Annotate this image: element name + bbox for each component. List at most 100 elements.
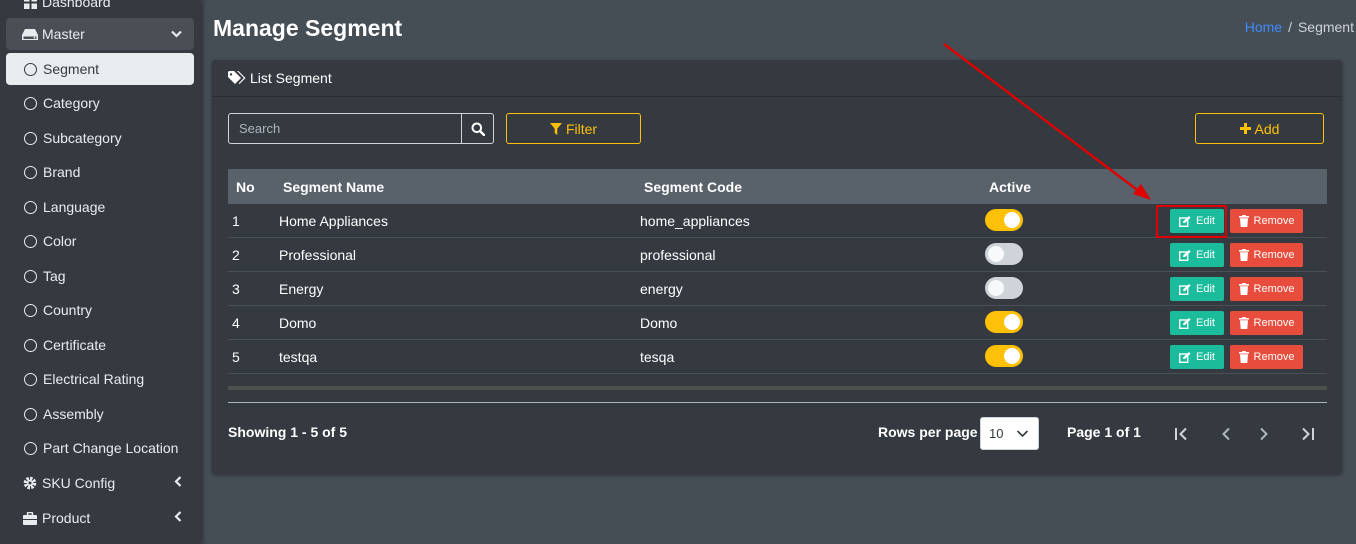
column-header-segment-name[interactable]: Segment Name — [283, 169, 384, 204]
toggle-knob — [988, 246, 1004, 262]
toggle-knob — [1004, 314, 1020, 330]
sidebar-item-electrical-rating[interactable]: Electrical Rating — [6, 363, 194, 395]
sidebar-item-label: Dashboard — [42, 0, 111, 10]
active-toggle[interactable] — [985, 277, 1023, 299]
rows-per-page-select[interactable]: 10 — [980, 417, 1039, 450]
first-page-button[interactable] — [1172, 424, 1192, 444]
filter-button[interactable]: Filter — [506, 113, 641, 144]
horizontal-scrollbar[interactable] — [228, 386, 1327, 390]
remove-button[interactable]: Remove — [1230, 345, 1303, 369]
edit-button-label: Edit — [1196, 351, 1215, 363]
last-page-icon — [1302, 427, 1314, 441]
hdd-icon — [22, 28, 38, 41]
sidebar-item-tag[interactable]: Tag — [6, 260, 194, 292]
cell-no: 2 — [232, 246, 240, 263]
circle-icon — [24, 441, 37, 455]
circle-icon — [24, 96, 37, 110]
sidebar-item-brand[interactable]: Brand — [6, 156, 194, 188]
remove-button-label: Remove — [1253, 283, 1295, 295]
segment-list-card: List Segment Filter Add No Segment Name … — [212, 60, 1342, 474]
active-toggle[interactable] — [985, 345, 1023, 367]
sidebar-item-sku-config[interactable]: SKU Config — [6, 467, 194, 499]
previous-page-button[interactable] — [1216, 424, 1236, 444]
remove-button[interactable]: Remove — [1230, 209, 1303, 233]
sidebar-item-product[interactable]: Product — [6, 502, 194, 534]
sidebar-item-certificate[interactable]: Certificate — [6, 329, 194, 361]
annotation-highlight-box — [1156, 205, 1227, 238]
search-box — [228, 113, 494, 144]
cell-segment-name: Energy — [279, 280, 324, 297]
sidebar-item-label: Color — [43, 233, 77, 249]
cell-segment-name: Home Appliances — [279, 212, 388, 229]
edit-icon — [1179, 317, 1191, 329]
last-page-button[interactable] — [1297, 424, 1317, 444]
edit-icon — [1179, 249, 1191, 261]
chevron-down-icon — [1016, 427, 1029, 443]
sidebar-item-label: Language — [43, 199, 106, 215]
toggle-knob — [1004, 348, 1020, 364]
remove-button[interactable]: Remove — [1230, 277, 1303, 301]
sidebar-item-language[interactable]: Language — [6, 191, 194, 223]
column-header-active[interactable]: Active — [989, 169, 1031, 204]
sidebar-item-dashboard[interactable]: Dashboard — [6, 0, 194, 18]
cell-segment-code: home_appliances — [640, 212, 750, 229]
filter-button-label: Filter — [565, 120, 598, 137]
grid-icon — [22, 0, 38, 9]
search-input[interactable] — [229, 114, 461, 143]
remove-button-label: Remove — [1253, 351, 1295, 363]
chevron-left-icon — [1222, 427, 1230, 441]
chevron-left-icon — [174, 511, 182, 525]
edit-button[interactable]: Edit — [1170, 345, 1224, 369]
sidebar-item-color[interactable]: Color — [6, 225, 194, 257]
remove-button-label: Remove — [1253, 317, 1295, 329]
edit-button[interactable]: Edit — [1170, 311, 1224, 335]
cell-segment-name: Domo — [279, 314, 317, 331]
next-page-button[interactable] — [1254, 424, 1274, 444]
sidebar-item-part-change-location[interactable]: Part Change Location — [6, 432, 194, 464]
sidebar-item-assembly[interactable]: Assembly — [6, 398, 194, 430]
sidebar-item-label: Brand — [43, 164, 81, 180]
sidebar-item-country[interactable]: Country — [6, 294, 194, 326]
sidebar-item-segment[interactable]: Segment — [6, 53, 194, 85]
circle-icon — [24, 269, 37, 283]
active-toggle[interactable] — [985, 311, 1023, 333]
sidebar-item-label: Tag — [43, 268, 66, 284]
toggle-knob — [1004, 212, 1020, 228]
edit-button[interactable]: Edit — [1170, 243, 1224, 267]
sidebar-item-label: Assembly — [43, 406, 104, 422]
edit-icon — [1179, 351, 1191, 363]
briefcase-icon — [22, 511, 38, 525]
edit-button[interactable]: Edit — [1170, 277, 1224, 301]
table-header: No Segment Name Segment Code Active — [228, 169, 1327, 204]
remove-button[interactable]: Remove — [1230, 243, 1303, 267]
gear-icon — [22, 476, 38, 490]
breadcrumb-separator: / — [1288, 19, 1292, 35]
cell-segment-code: professional — [640, 246, 716, 263]
search-button[interactable] — [461, 114, 493, 143]
toggle-knob — [988, 280, 1004, 296]
add-button[interactable]: Add — [1195, 113, 1324, 144]
column-header-segment-code[interactable]: Segment Code — [644, 169, 742, 204]
card-header: List Segment — [212, 60, 1342, 97]
chevron-right-icon — [1260, 427, 1268, 441]
trash-icon — [1238, 283, 1249, 295]
column-header-no[interactable]: No — [236, 169, 255, 204]
edit-button-label: Edit — [1196, 317, 1215, 329]
breadcrumb: Home / Segment — [1245, 19, 1354, 35]
sidebar-item-subcategory[interactable]: Subcategory — [6, 122, 194, 154]
sidebar-item-category[interactable]: Category — [6, 87, 194, 119]
cell-no: 1 — [232, 212, 240, 229]
sidebar-item-master[interactable]: Master — [6, 18, 194, 50]
cell-no: 3 — [232, 280, 240, 297]
chevron-down-icon — [171, 27, 182, 41]
trash-icon — [1238, 215, 1249, 227]
showing-count: Showing 1 - 5 of 5 — [228, 424, 348, 440]
active-toggle[interactable] — [985, 209, 1023, 231]
breadcrumb-home-link[interactable]: Home — [1245, 19, 1282, 35]
remove-button[interactable]: Remove — [1230, 311, 1303, 335]
table-row: 5 testqa tesqa Edit Remove — [228, 340, 1327, 374]
remove-button-label: Remove — [1253, 215, 1295, 227]
remove-button-label: Remove — [1253, 249, 1295, 261]
circle-icon — [24, 407, 37, 421]
active-toggle[interactable] — [985, 243, 1023, 265]
